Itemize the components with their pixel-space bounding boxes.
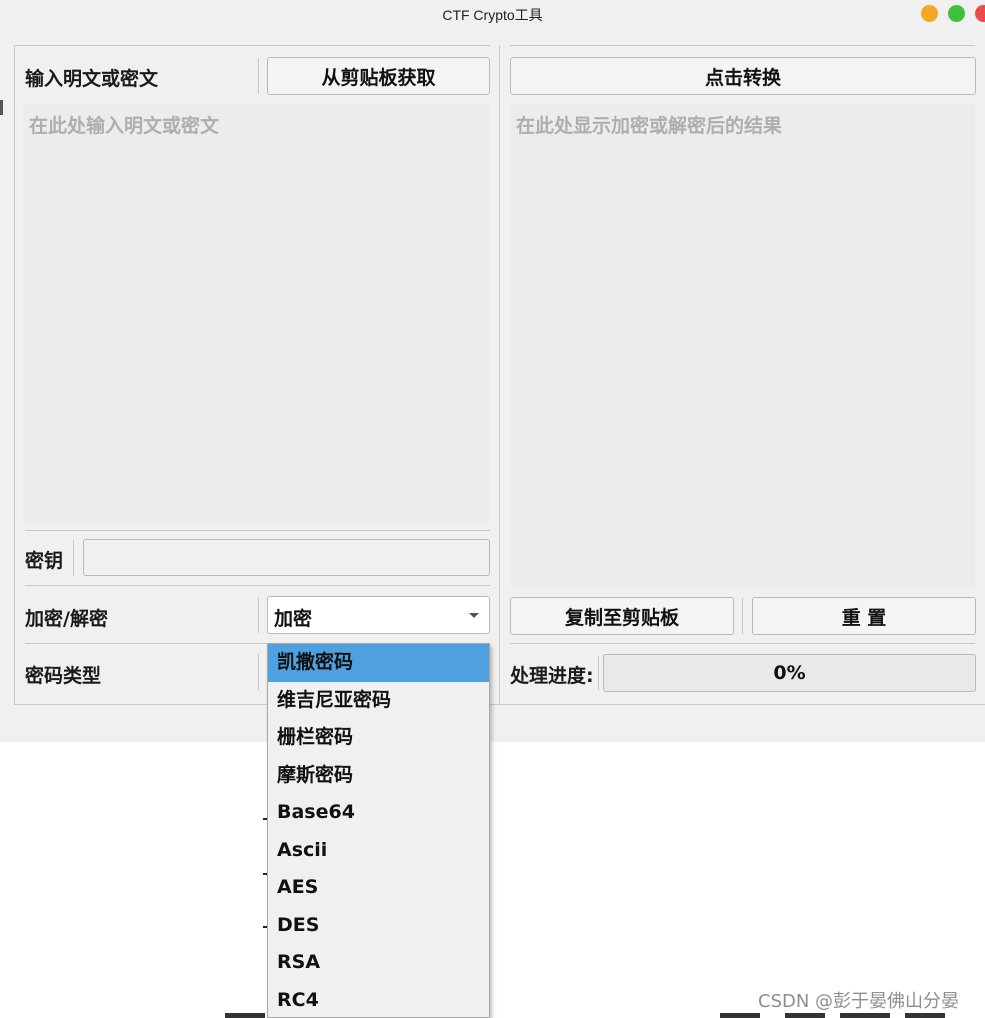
background-fragment [720,1013,760,1018]
title-bar: CTF Crypto工具 [0,0,985,30]
background-fragment [0,100,3,115]
divider [742,598,743,634]
cipher-option[interactable]: AES [268,869,489,907]
cipher-option[interactable]: 摩斯密码 [268,757,489,795]
progress-label: 处理进度: [510,665,594,687]
cipher-option[interactable]: 凯撒密码 [268,644,489,682]
key-input[interactable] [83,539,490,576]
watermark: CSDN @彭于晏佛山分晏 [758,991,960,1012]
convert-button[interactable]: 点击转换 [510,57,976,95]
divider [510,643,975,644]
window-title: CTF Crypto工具 [442,7,543,23]
paste-from-clipboard-button[interactable]: 从剪贴板获取 [267,57,490,95]
mode-select-value: 加密 [274,608,313,630]
cipher-option[interactable]: 栅栏密码 [268,719,489,757]
divider [14,45,490,46]
cipher-option[interactable]: RSA [268,944,489,982]
mode-select[interactable]: 加密 [267,596,490,634]
maximize-button[interactable] [948,5,965,22]
cipher-option[interactable]: Base64 [268,794,489,832]
divider [258,58,259,94]
divider [598,656,599,690]
divider [14,45,15,705]
reset-button[interactable]: 重 置 [752,597,976,635]
divider [499,45,500,705]
mode-label: 加密/解密 [25,608,108,630]
cipher-option[interactable]: Ascii [268,832,489,870]
divider [25,585,490,586]
close-button[interactable] [975,5,985,22]
divider [258,654,259,690]
copy-to-clipboard-button[interactable]: 复制至剪贴板 [510,597,734,635]
divider [25,530,490,531]
background-fragment [840,1013,890,1018]
cipher-option[interactable]: 维吉尼亚密码 [268,682,489,720]
output-textarea[interactable] [510,103,975,587]
progress-text: 0% [773,662,806,684]
app-window: CTF Crypto工具 输入明文或密文 从剪贴板获取 点击转换 密钥 加密/解… [0,0,985,742]
input-label: 输入明文或密文 [25,68,159,90]
cipher-type-dropdown-list[interactable]: 凯撒密码 维吉尼亚密码 栅栏密码 摩斯密码 Base64 Ascii AES DES RSA RC… [267,643,490,1018]
background-fragment [225,1013,265,1018]
divider [73,540,74,576]
background-fragment [785,1013,825,1018]
progress-bar: 0% [603,654,976,692]
minimize-button[interactable] [921,5,938,22]
chevron-down-icon [469,613,479,618]
divider [258,597,259,633]
divider [510,45,975,46]
input-textarea[interactable] [23,103,490,523]
divider [14,704,985,705]
background-fragment [905,1013,945,1018]
cipher-option[interactable]: DES [268,907,489,945]
cipher-type-label: 密码类型 [25,665,102,687]
cipher-option[interactable]: RC4 [268,982,489,1018]
key-label: 密钥 [25,550,64,572]
